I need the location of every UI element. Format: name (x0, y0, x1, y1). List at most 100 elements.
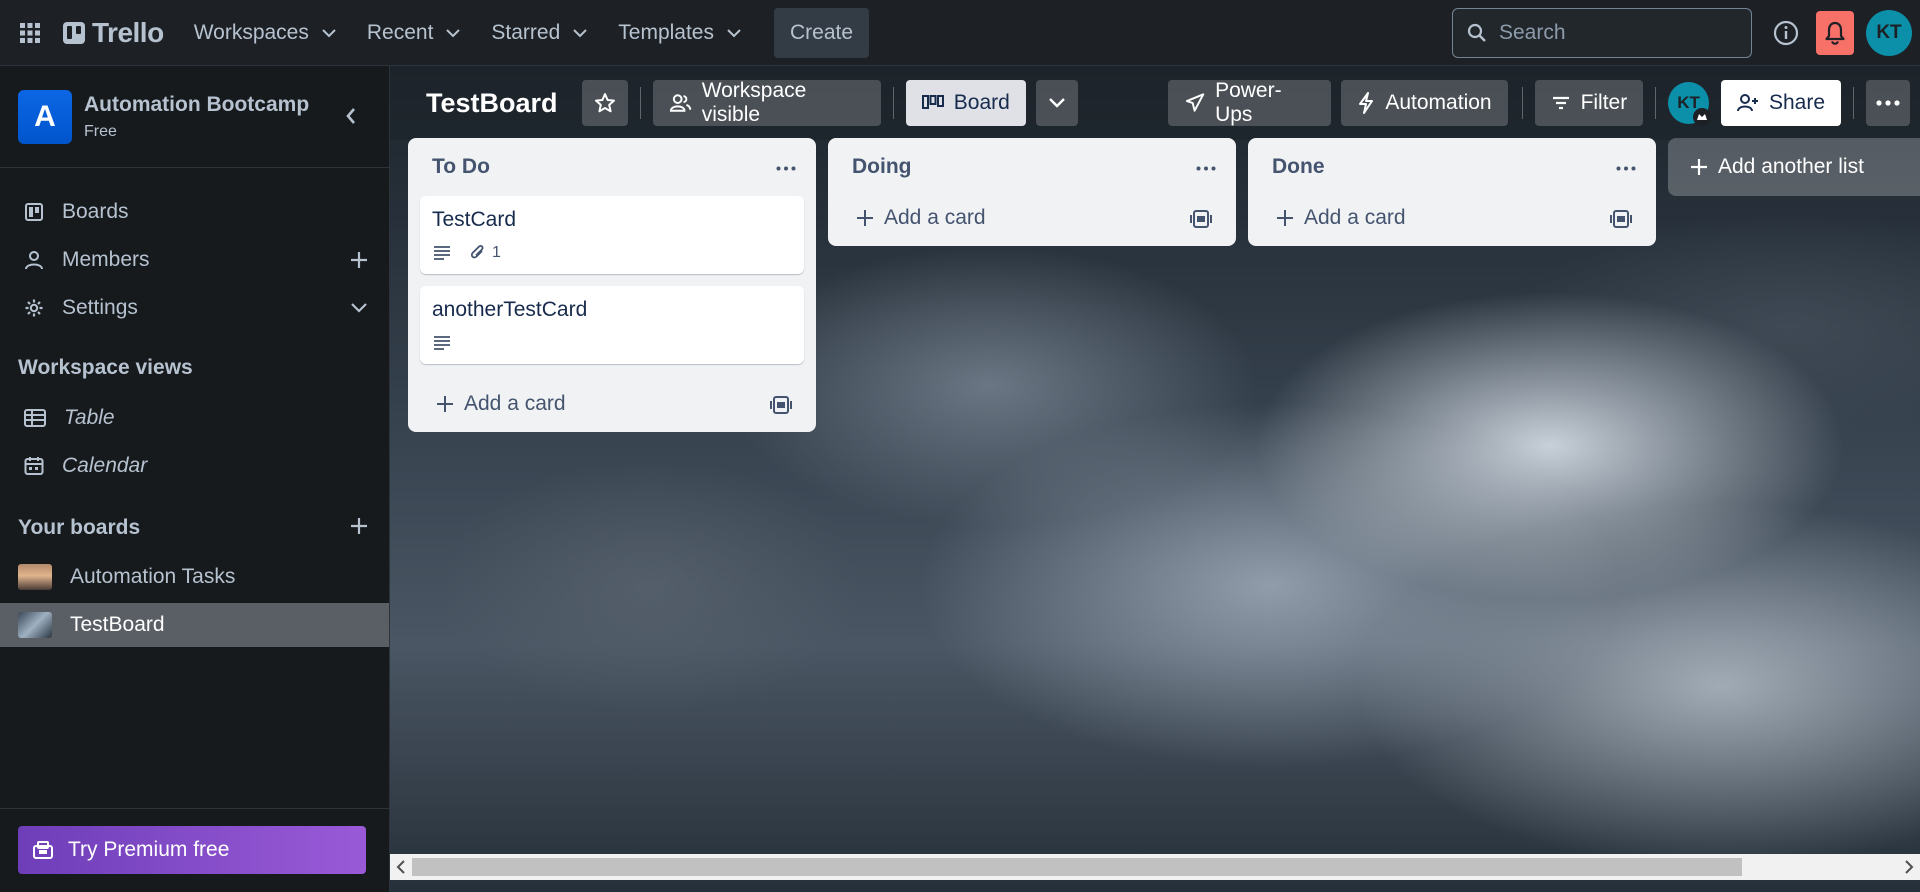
settings-expand-button[interactable] (345, 294, 373, 322)
nav-starred-label: Starred (491, 20, 561, 44)
horizontal-scrollbar[interactable] (390, 854, 1920, 880)
sidebar-item-boards[interactable]: Boards (0, 190, 389, 234)
trello-logo[interactable]: Trello (63, 17, 164, 49)
add-list-button[interactable]: Add another list (1668, 138, 1920, 196)
more-icon (1196, 166, 1216, 170)
header-divider (892, 87, 894, 119)
more-icon (1616, 166, 1636, 170)
list-title[interactable]: Doing (852, 155, 911, 179)
trello-logo-icon (63, 21, 85, 44)
add-card-button[interactable]: Add a card (828, 190, 1236, 246)
sidebar-board-label: Automation Tasks (70, 565, 236, 588)
workspace-sidebar: A Automation Bootcamp Free Boards Member… (0, 66, 390, 892)
card-template-icon[interactable] (1608, 206, 1634, 232)
power-ups-button[interactable]: Power-Ups (1167, 79, 1332, 126)
collapse-sidebar-button[interactable] (333, 98, 369, 134)
workspace-header: A Automation Bootcamp Free (0, 66, 389, 168)
list-title[interactable]: Done (1272, 155, 1325, 179)
star-board-button[interactable] (581, 80, 628, 126)
table-icon (24, 409, 46, 427)
sidebar-item-label: Calendar (62, 454, 148, 477)
card[interactable]: TestCard 1 (420, 196, 804, 274)
sidebar-board-automation-tasks[interactable]: Automation Tasks (0, 555, 389, 599)
board-view-icon (921, 95, 944, 109)
list-header[interactable]: Done (1248, 138, 1656, 196)
board-menu-button[interactable] (1866, 80, 1910, 126)
card-template-icon[interactable] (768, 392, 794, 418)
search-icon (1467, 23, 1486, 42)
description-icon (432, 335, 452, 351)
view-switcher-button[interactable] (1035, 80, 1078, 126)
add-person-icon (1736, 94, 1758, 112)
create-button[interactable]: Create (774, 7, 870, 58)
automation-label: Automation (1385, 91, 1492, 114)
boards-icon (25, 203, 43, 221)
sidebar-item-settings[interactable]: Settings (0, 286, 389, 330)
add-card-button[interactable]: Add a card (408, 376, 816, 432)
card[interactable]: anotherTestCard (420, 286, 804, 364)
plus-icon (437, 396, 453, 412)
filter-icon (1552, 96, 1569, 110)
board-member-avatar[interactable]: KT (1668, 82, 1711, 126)
sidebar-board-testboard[interactable]: TestBoard (0, 603, 389, 647)
scroll-right-arrow-icon[interactable] (1898, 854, 1920, 880)
board-thumbnail (18, 564, 52, 590)
share-label: Share (1768, 91, 1826, 114)
rocket-icon (1185, 93, 1205, 112)
nav-starred[interactable]: Starred (479, 13, 600, 53)
nav-recent[interactable]: Recent (355, 13, 474, 53)
admin-badge-icon (1692, 108, 1711, 126)
list-actions-button[interactable] (1190, 152, 1222, 184)
search-input[interactable] (1499, 21, 1729, 45)
nav-templates[interactable]: Templates (606, 13, 754, 53)
list-header[interactable]: To Do (408, 138, 816, 196)
sidebar-item-calendar[interactable]: Calendar (0, 444, 389, 488)
add-card-label: Add a card (884, 206, 986, 229)
board-thumbnail (18, 612, 52, 638)
search-box[interactable] (1452, 8, 1752, 58)
description-icon (432, 245, 452, 261)
share-button[interactable]: Share (1720, 80, 1842, 126)
your-boards-title: Your boards (18, 516, 141, 539)
filter-button[interactable]: Filter (1534, 80, 1644, 126)
nav-workspaces-label: Workspaces (193, 20, 309, 44)
account-avatar[interactable]: KT (1866, 10, 1912, 56)
list-header[interactable]: Doing (828, 138, 1236, 196)
visibility-button[interactable]: Workspace visible (652, 79, 881, 126)
filter-label: Filter (1580, 91, 1628, 114)
scrollbar-thumb[interactable] (412, 858, 1742, 876)
scroll-left-arrow-icon[interactable] (390, 854, 412, 880)
card-template-icon[interactable] (1188, 206, 1214, 232)
plus-icon (1277, 210, 1293, 226)
list-done: Done Add a card (1248, 138, 1656, 246)
add-member-button[interactable] (345, 246, 373, 274)
list-actions-button[interactable] (770, 152, 802, 184)
calendar-icon (24, 457, 44, 475)
info-icon[interactable] (1766, 13, 1806, 53)
notifications-button[interactable] (1816, 11, 1854, 55)
trello-logo-text: Trello (92, 16, 164, 48)
automation-button[interactable]: Automation (1341, 80, 1508, 126)
apps-grid-icon[interactable] (15, 18, 45, 48)
try-premium-label: Try Premium free (68, 838, 230, 861)
plus-icon (351, 252, 367, 268)
board-view-button[interactable]: Board (905, 80, 1026, 126)
board-title[interactable]: TestBoard (426, 88, 558, 119)
visibility-label: Workspace visible (701, 79, 807, 126)
power-ups-label: Power-Ups (1215, 79, 1282, 126)
nav-templates-label: Templates (618, 20, 714, 44)
nav-workspaces[interactable]: Workspaces (182, 13, 349, 53)
list-title[interactable]: To Do (432, 155, 490, 179)
sidebar-item-table[interactable]: Table (0, 396, 389, 440)
list-actions-button[interactable] (1610, 152, 1642, 184)
gear-icon (25, 299, 43, 317)
add-board-button[interactable] (345, 512, 373, 540)
add-card-button[interactable]: Add a card (1248, 190, 1656, 246)
workspace-views-title: Workspace views (18, 356, 193, 379)
top-navigation-bar: Trello Workspaces Recent Starred Templat… (0, 0, 1920, 66)
try-premium-button[interactable]: Try Premium free (18, 826, 366, 874)
sidebar-item-label: Boards (62, 200, 129, 223)
sidebar-item-members[interactable]: Members (0, 238, 389, 282)
workspace-name[interactable]: Automation Bootcamp (84, 93, 309, 117)
chevron-down-icon (1048, 98, 1065, 108)
